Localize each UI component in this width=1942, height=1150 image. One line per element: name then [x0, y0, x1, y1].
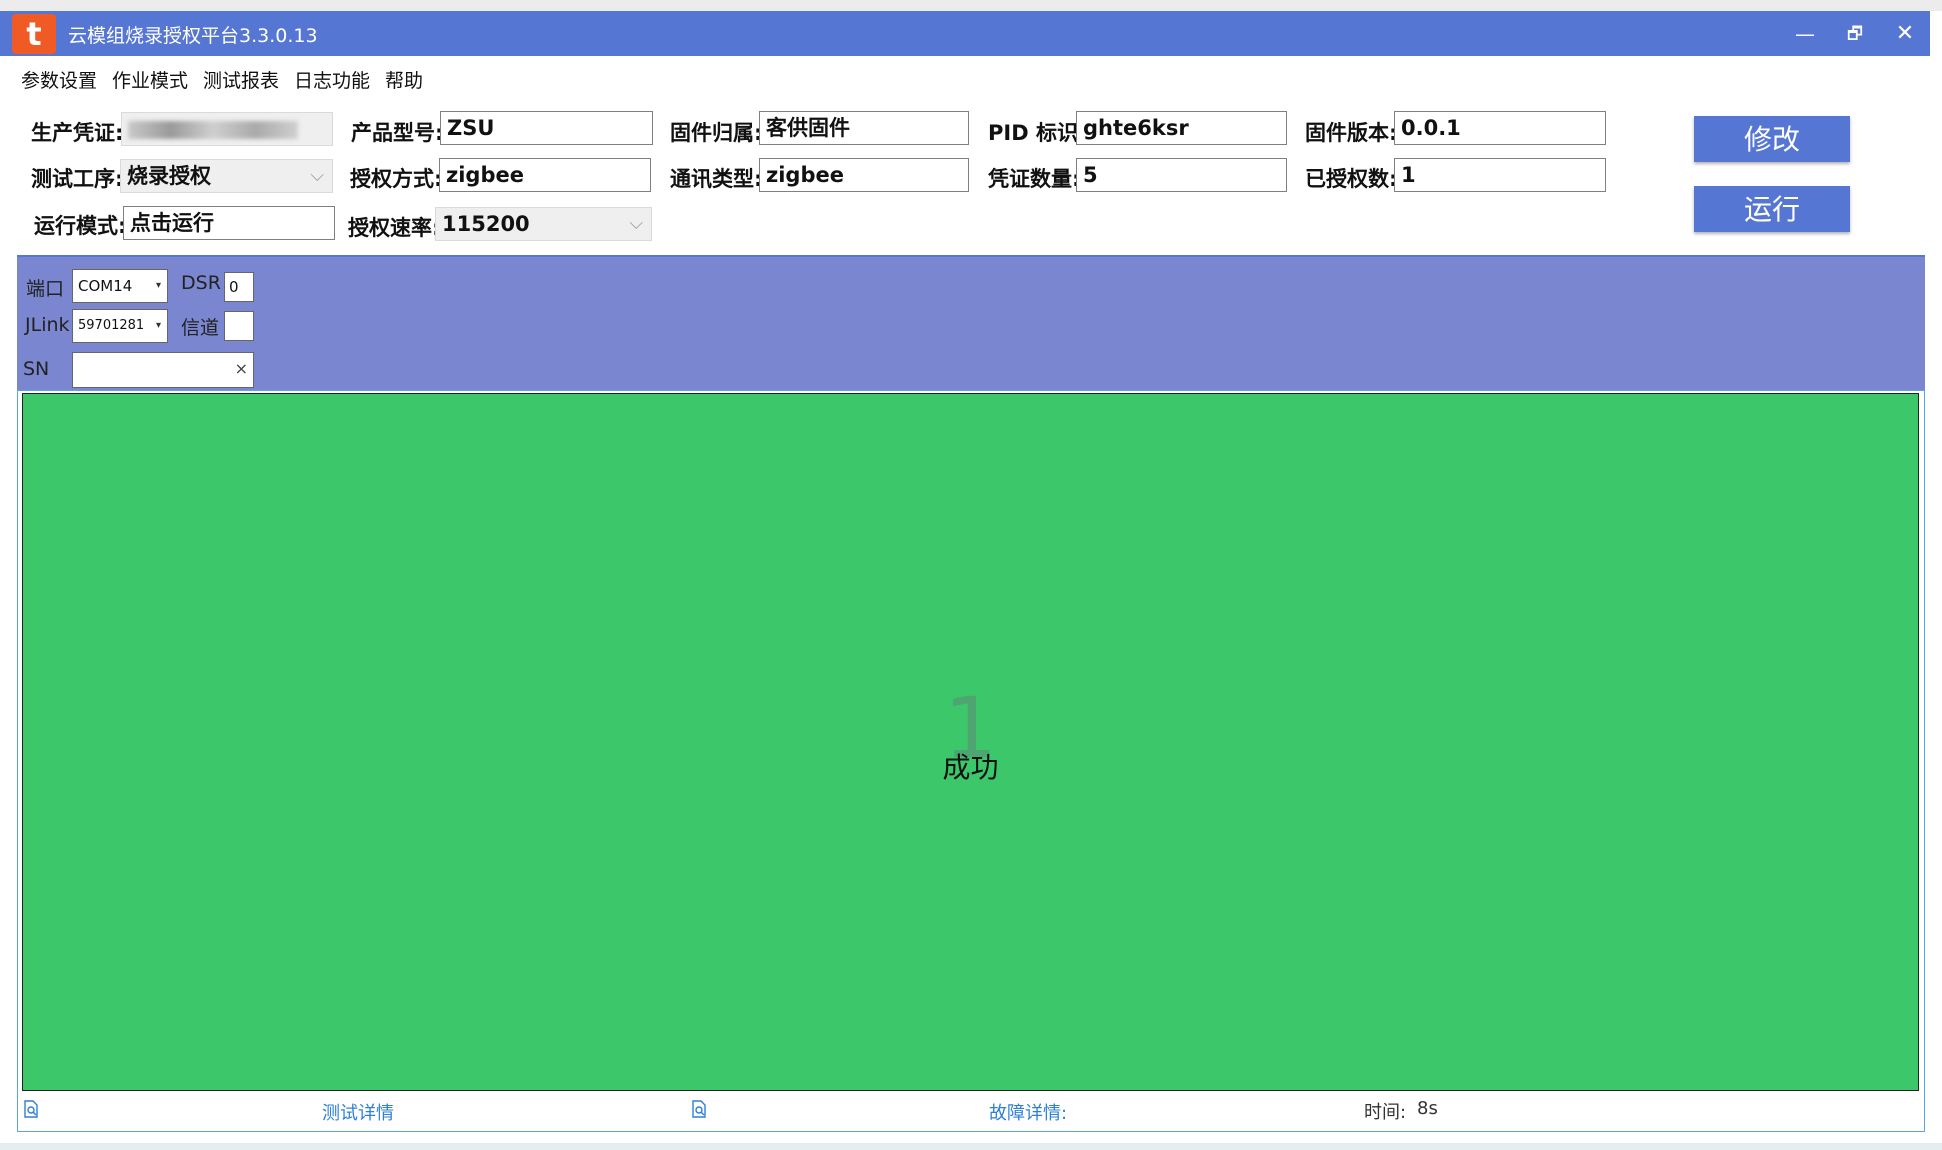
firmware-version-field[interactable]: 0.0.1 — [1394, 111, 1606, 145]
auth-method-label: 授权方式: — [350, 167, 443, 191]
production-credential-label: 生产凭证: — [31, 121, 124, 145]
jlink-label: JLink — [25, 314, 70, 336]
dropdown-arrow-icon: ▾ — [155, 320, 161, 331]
auth-rate-value: 115200 — [442, 212, 530, 236]
screen-top-strip — [0, 0, 1942, 11]
firmware-version-label: 固件版本: — [1305, 121, 1398, 145]
window-title: 云模组烧录授权平台3.3.0.13 — [68, 25, 318, 47]
result-display: 1 成功 — [22, 393, 1919, 1091]
close-button[interactable]: ✕ — [1890, 19, 1920, 49]
pid-field[interactable]: ghte6ksr — [1076, 111, 1287, 145]
document-search-icon[interactable] — [691, 1100, 707, 1118]
test-process-value: 烧录授权 — [127, 164, 211, 188]
redacted-credential — [128, 121, 298, 139]
modify-button[interactable]: 修改 — [1694, 116, 1850, 162]
auth-rate-select[interactable]: 115200 ⌵ — [435, 207, 652, 241]
firmware-owner-field[interactable]: 客供固件 — [759, 111, 969, 145]
channel-label: 信道 — [181, 317, 220, 339]
dsr-field[interactable]: 0 — [224, 272, 254, 302]
port-select[interactable]: COM14 ▾ — [72, 269, 168, 303]
authorized-count-label: 已授权数: — [1305, 167, 1398, 191]
auth-method-field[interactable]: zigbee — [439, 158, 651, 192]
auth-rate-label: 授权速率: — [348, 216, 441, 240]
sn-label: SN — [23, 358, 50, 380]
authorized-count-field[interactable]: 1 — [1394, 158, 1606, 192]
chevron-down-icon: ⌵ — [629, 213, 643, 234]
menu-work-mode[interactable]: 作业模式 — [112, 66, 188, 93]
jlink-value: 59701281 — [78, 318, 145, 333]
credential-count-label: 凭证数量: — [988, 167, 1081, 191]
test-details-link[interactable]: 测试详情 — [322, 1099, 394, 1125]
menu-help[interactable]: 帮助 — [385, 66, 423, 93]
menu-bar: 参数设置 作业模式 测试报表 日志功能 帮助 — [0, 58, 1930, 98]
firmware-owner-label: 固件归属: — [670, 121, 763, 145]
test-process-label: 测试工序: — [31, 167, 124, 191]
restore-button[interactable]: 🗗 — [1840, 19, 1870, 49]
device-config-panel: 端口 COM14 ▾ DSR 0 JLink 59701281 ▾ 信道 SN … — [17, 255, 1925, 390]
product-model-label: 产品型号: — [351, 121, 444, 145]
channel-field[interactable] — [224, 311, 254, 341]
dsr-label: DSR — [181, 272, 221, 294]
port-label: 端口 — [26, 278, 65, 300]
comm-type-label: 通讯类型: — [670, 167, 763, 191]
test-process-select[interactable]: 烧录授权 ⌵ — [120, 159, 333, 193]
menu-log-function[interactable]: 日志功能 — [294, 66, 370, 93]
time-value: 8s — [1417, 1098, 1438, 1119]
run-button[interactable]: 运行 — [1694, 186, 1850, 232]
sn-input[interactable]: × — [72, 352, 254, 388]
menu-parameter-settings[interactable]: 参数设置 — [21, 66, 97, 93]
production-credential-field[interactable] — [121, 112, 333, 146]
credential-count-field[interactable]: 5 — [1076, 158, 1287, 192]
app-logo-icon: t — [12, 14, 56, 54]
port-value: COM14 — [78, 277, 133, 295]
pid-label: PID 标识: — [988, 121, 1087, 145]
minimize-button[interactable]: — — [1790, 19, 1820, 49]
jlink-select[interactable]: 59701281 ▾ — [72, 309, 168, 343]
chevron-down-icon: ⌵ — [310, 165, 324, 186]
result-status: 成功 — [942, 751, 999, 784]
clear-icon[interactable]: × — [235, 359, 248, 378]
product-model-field[interactable]: ZSU — [440, 111, 653, 145]
fault-details-link[interactable]: 故障详情: — [989, 1099, 1067, 1125]
comm-type-field[interactable]: zigbee — [759, 158, 969, 192]
title-bar: t 云模组烧录授权平台3.3.0.13 — 🗗 ✕ — [0, 11, 1930, 56]
document-search-icon[interactable] — [23, 1100, 39, 1118]
run-mode-label: 运行模式: — [34, 214, 127, 238]
menu-test-report[interactable]: 测试报表 — [203, 66, 279, 93]
screen-bottom-strip — [0, 1143, 1942, 1150]
run-mode-field[interactable]: 点击运行 — [123, 206, 335, 240]
time-label: 时间: — [1364, 1102, 1407, 1123]
dropdown-arrow-icon: ▾ — [155, 280, 161, 291]
